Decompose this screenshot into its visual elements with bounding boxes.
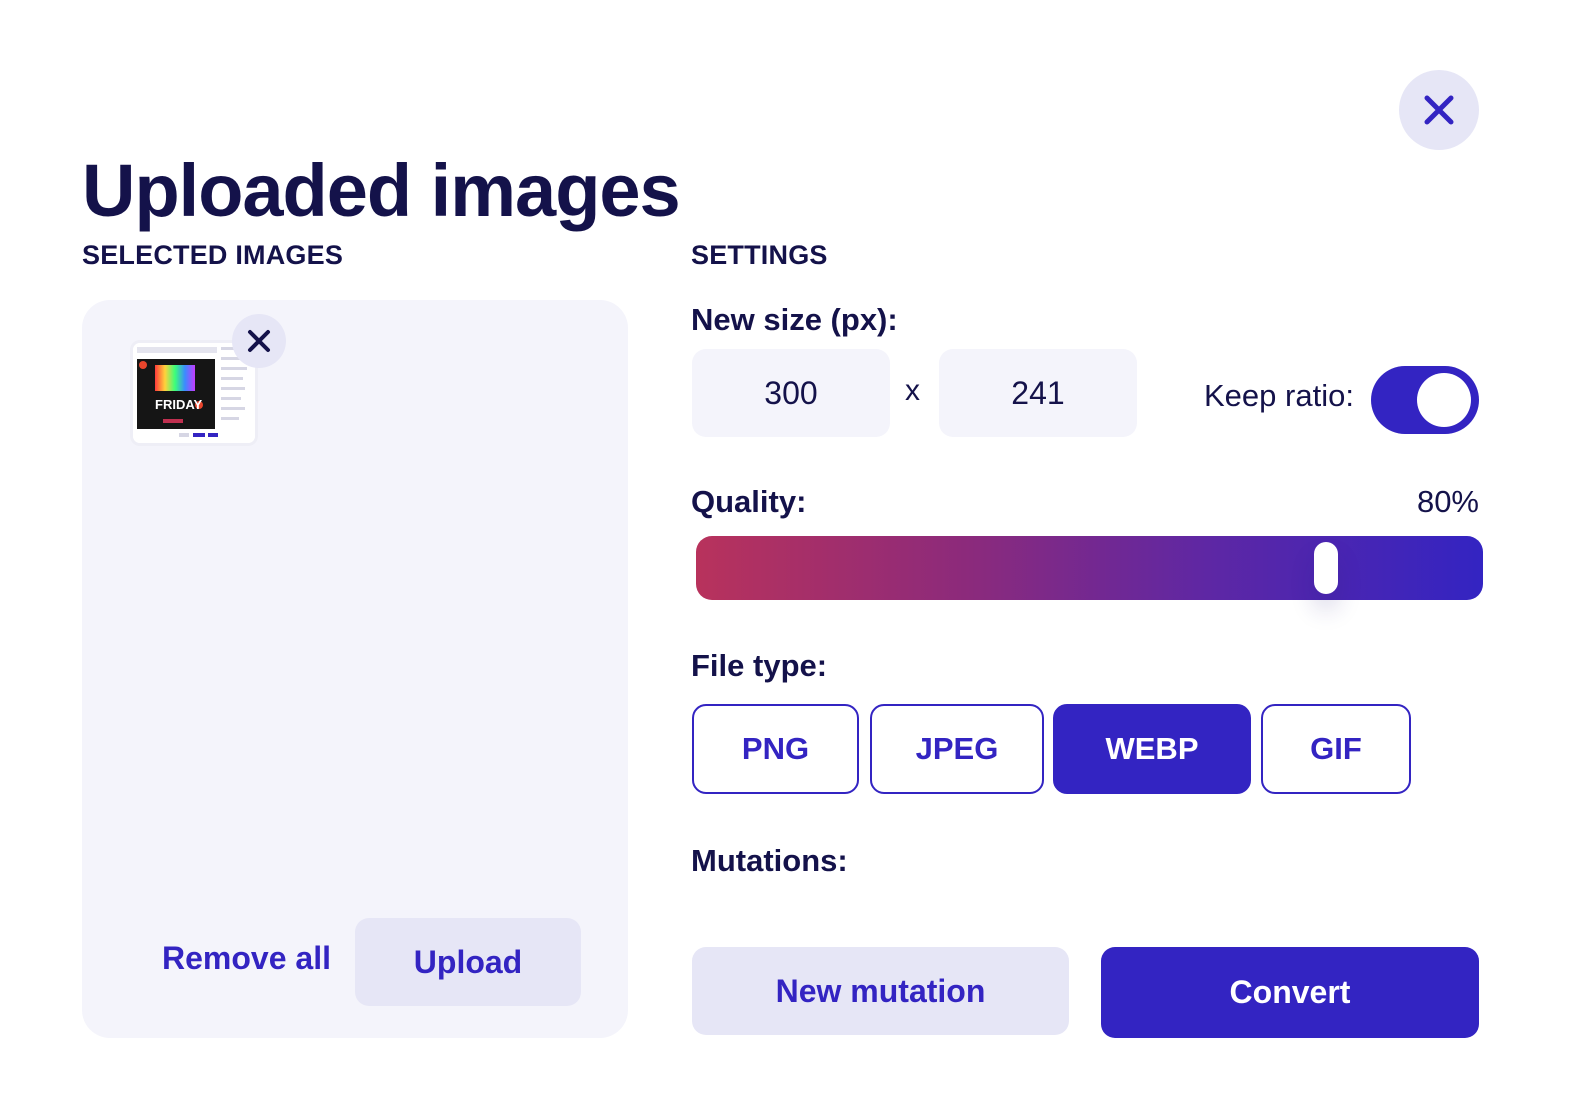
file-type-label: File type:: [691, 648, 828, 683]
quality-slider-handle[interactable]: [1314, 542, 1338, 594]
close-icon: [248, 330, 270, 352]
mutations-label: Mutations:: [691, 843, 848, 878]
close-dialog-button[interactable]: [1399, 70, 1479, 150]
remove-all-link[interactable]: Remove all: [162, 940, 331, 977]
toggle-knob: [1417, 373, 1471, 427]
file-type-jpeg-button[interactable]: JPEG: [870, 704, 1044, 794]
close-icon: [1424, 95, 1454, 125]
width-input[interactable]: [692, 349, 890, 437]
file-type-png-button[interactable]: PNG: [692, 704, 859, 794]
quality-slider[interactable]: [696, 536, 1483, 600]
keep-ratio-label: Keep ratio:: [1204, 378, 1354, 413]
screenshot-preview-image: FRIDAY: [133, 343, 255, 443]
upload-button[interactable]: Upload: [355, 918, 581, 1006]
quality-label: Quality:: [691, 484, 807, 519]
convert-button[interactable]: Convert: [1101, 947, 1479, 1038]
file-type-gif-button[interactable]: GIF: [1261, 704, 1411, 794]
settings-heading: SETTINGS: [691, 240, 828, 270]
quality-value: 80%: [1416, 484, 1479, 519]
new-size-label: New size (px):: [691, 302, 898, 337]
selected-images-heading: SELECTED IMAGES: [82, 240, 344, 270]
keep-ratio-toggle[interactable]: [1371, 366, 1479, 434]
new-mutation-button[interactable]: New mutation: [692, 947, 1069, 1035]
svg-text:FRIDAY: FRIDAY: [155, 397, 203, 412]
height-input[interactable]: [939, 349, 1137, 437]
dialog-title: Uploaded images: [82, 149, 681, 232]
remove-image-button[interactable]: [232, 314, 286, 368]
file-type-webp-button[interactable]: WEBP: [1053, 704, 1251, 794]
size-separator: x: [905, 374, 920, 407]
